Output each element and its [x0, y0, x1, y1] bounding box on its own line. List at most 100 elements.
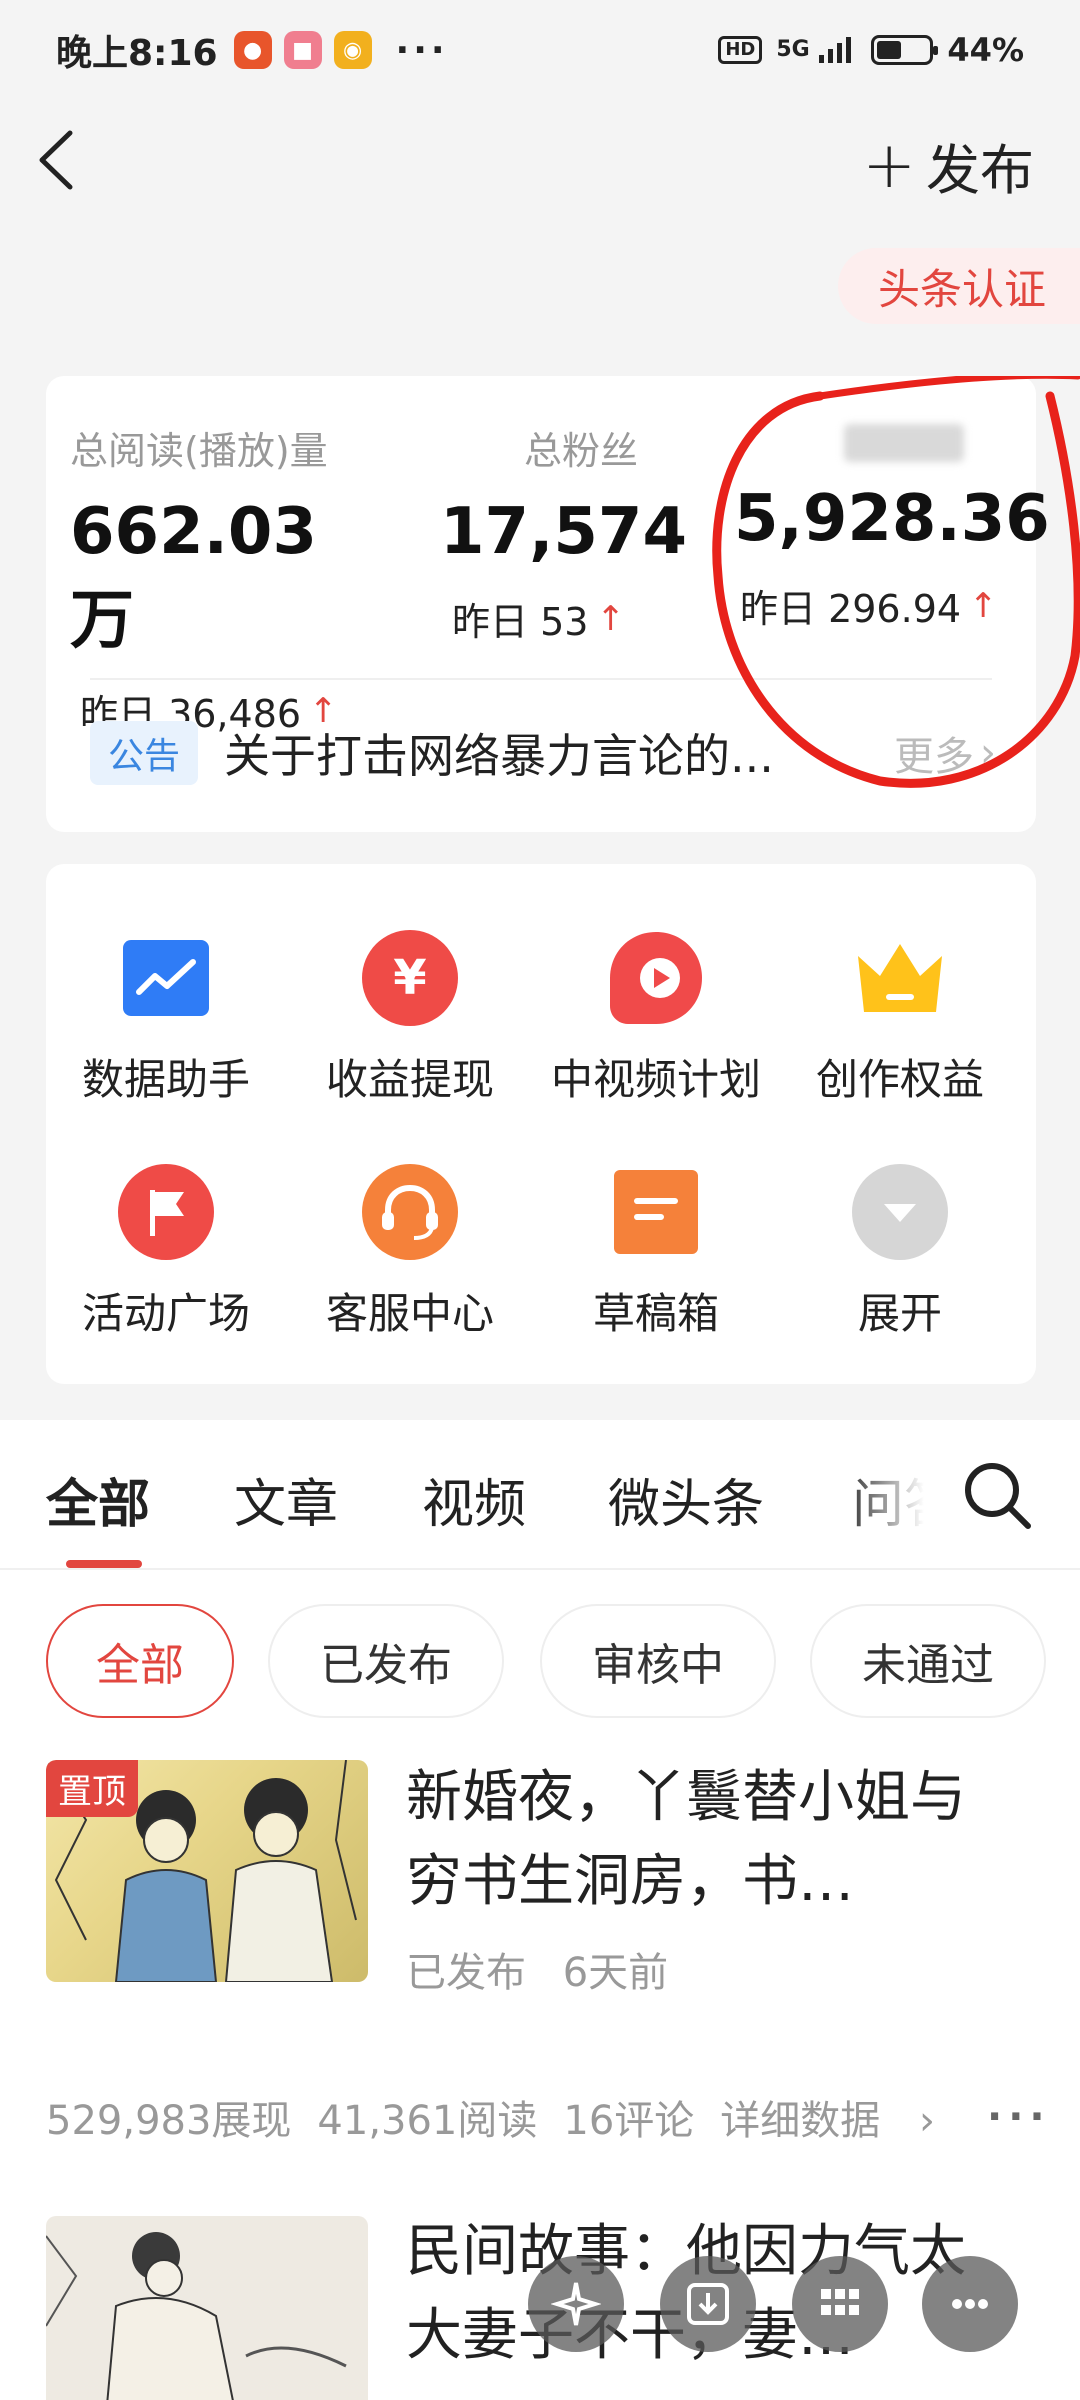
- network-type: 5G: [776, 37, 810, 62]
- app-notification-icon: ■: [283, 31, 322, 69]
- app-notification-icon: ●: [233, 31, 272, 69]
- comments-count: 16评论: [563, 2098, 695, 2144]
- sparkle-icon: [551, 2282, 601, 2326]
- stat-label: 总粉丝: [524, 429, 639, 473]
- pinned-badge: 置顶: [46, 1760, 138, 1817]
- tools-card: 数据助手 ¥ 收益提现 中视频计划 创作权益 活动广场 客服中心 草稿箱 展开: [46, 864, 1036, 1384]
- tool-activity-plaza[interactable]: 活动广场: [46, 1164, 286, 1341]
- tab-all[interactable]: 全部: [46, 1462, 150, 1537]
- stats-card: 总阅读(播放)量 662.03万 昨日 36,486 ↑ 总粉丝 17,574 …: [46, 376, 1050, 832]
- impressions-count: 529,983展现: [46, 2098, 292, 2144]
- tool-label: 客服中心: [325, 1289, 494, 1338]
- reads-count: 41,361阅读: [317, 2098, 538, 2144]
- status-filters: 全部 已发布 审核中 未通过: [0, 1604, 1080, 1724]
- stat-total-fans[interactable]: 总粉丝 17,574 昨日 53 ↑: [440, 420, 740, 646]
- filter-published[interactable]: 已发布: [268, 1604, 504, 1718]
- tool-label: 中视频计划: [550, 1055, 761, 1104]
- flag-icon: [118, 1164, 214, 1260]
- stat-total-reads[interactable]: 总阅读(播放)量 662.03万 昨日 36,486 ↑: [70, 420, 370, 738]
- filter-reviewing[interactable]: 审核中: [540, 1604, 776, 1718]
- notification-icons: ● ■ ◉: [233, 31, 372, 69]
- notice-more-label: 更多: [894, 734, 974, 780]
- status-bar: 晚上8:16 ● ■ ◉ ··· HD 5G 44%: [0, 0, 1080, 100]
- stat-yesterday: 昨日 53: [452, 600, 589, 644]
- tool-customer-service[interactable]: 客服中心: [290, 1164, 530, 1341]
- arrow-up-icon: ↑: [969, 585, 998, 626]
- download-icon: [687, 2283, 729, 2325]
- tool-mid-video-plan[interactable]: 中视频计划: [536, 930, 776, 1107]
- expand-icon: [852, 1164, 948, 1260]
- download-fab[interactable]: [660, 2256, 756, 2352]
- grid-icon: [821, 2289, 859, 2315]
- stat-value: 662.03万: [70, 495, 317, 658]
- tool-data-assistant[interactable]: 数据助手: [46, 930, 286, 1107]
- status-time: 晚上8:16: [56, 33, 218, 74]
- filter-rejected[interactable]: 未通过: [810, 1604, 1046, 1718]
- article-item[interactable]: 置顶 新婚夜，丫鬟替小姐与穷书生洞房，书… 已发布 6天前: [0, 1760, 1080, 2020]
- tool-label: 活动广场: [81, 1289, 250, 1338]
- headset-icon: [362, 1164, 458, 1260]
- arrow-up-icon: ↑: [596, 598, 625, 639]
- article-title: 新婚夜，丫鬟替小姐与穷书生洞房，书…: [406, 1765, 966, 1914]
- tool-income-withdraw[interactable]: ¥ 收益提现: [290, 930, 530, 1107]
- article-meta: 已发布 6天前: [406, 1940, 668, 1998]
- play-icon: [608, 930, 704, 1026]
- more-options-icon[interactable]: ···: [987, 2094, 1051, 2140]
- tool-label: 数据助手: [81, 1055, 250, 1104]
- hd-icon: HD: [718, 36, 763, 64]
- detail-data-link[interactable]: 详细数据 ›: [720, 2088, 961, 2146]
- chevron-right-icon: ›: [919, 2098, 936, 2144]
- status-more: ···: [395, 29, 449, 71]
- tool-creator-rights[interactable]: 创作权益: [780, 930, 1020, 1107]
- tool-expand[interactable]: 展开: [780, 1164, 1020, 1341]
- publish-button[interactable]: + 发布: [862, 126, 1034, 205]
- more-dots-icon: [952, 2299, 988, 2309]
- chart-icon: [118, 930, 214, 1026]
- tool-drafts[interactable]: 草稿箱: [536, 1164, 776, 1341]
- draft-icon: [608, 1164, 704, 1260]
- stat-label: 总阅读(播放)量: [70, 429, 328, 473]
- tab-videos[interactable]: 视频: [422, 1462, 526, 1537]
- notice-tag: 公告: [90, 721, 199, 785]
- grid-fab[interactable]: [792, 2256, 888, 2352]
- stat-label-blurred: [844, 424, 964, 462]
- sparkle-fab[interactable]: [528, 2256, 624, 2352]
- content-tabs: 全部 文章 视频 微头条 问答: [0, 1420, 1080, 1570]
- plus-icon: +: [862, 128, 916, 203]
- tab-indicator: [66, 1560, 142, 1568]
- weibo-notification-icon: ◉: [333, 31, 372, 69]
- svg-text:¥: ¥: [393, 950, 426, 1006]
- article-time: 6天前: [562, 1950, 669, 1996]
- back-button[interactable]: [36, 120, 106, 200]
- yuan-icon: ¥: [362, 930, 458, 1026]
- chevron-left-icon: [39, 130, 73, 190]
- top-nav: + 发布: [0, 100, 1080, 240]
- illustration-image: [46, 2232, 347, 2400]
- tool-label: 创作权益: [815, 1055, 984, 1104]
- filter-all[interactable]: 全部: [46, 1604, 234, 1718]
- crown-icon: [852, 930, 948, 1026]
- tab-fade: [840, 1450, 960, 1540]
- tool-label: 展开: [857, 1289, 942, 1338]
- tool-label: 草稿箱: [592, 1289, 719, 1338]
- more-fab[interactable]: [922, 2256, 1018, 2352]
- stat-income[interactable]: 5,928.36 昨日 296.94 ↑: [734, 420, 1050, 633]
- detail-data-label: 详细数据: [720, 2098, 881, 2144]
- notice-bar[interactable]: 公告 关于打击网络暴力言论的... 更多 ›: [90, 710, 996, 796]
- battery-level: 44%: [947, 31, 1024, 69]
- signal-icon: 5G: [776, 35, 857, 65]
- content-section: 全部 文章 视频 微头条 问答 全部 已发布 审核中 未通过 置顶: [0, 1420, 1080, 2400]
- notice-more[interactable]: 更多 ›: [894, 724, 996, 782]
- stat-value: 5,928.36: [734, 482, 1050, 556]
- article-status: 已发布: [406, 1950, 526, 1996]
- stat-yesterday: 昨日 296.94: [740, 587, 962, 631]
- tab-micro-posts[interactable]: 微头条: [608, 1462, 764, 1537]
- stat-value: 17,574: [440, 495, 687, 569]
- certification-button[interactable]: 头条认证: [837, 248, 1080, 324]
- chevron-right-icon: ›: [980, 730, 996, 776]
- tab-articles[interactable]: 文章: [234, 1462, 338, 1537]
- search-icon[interactable]: [962, 1460, 1034, 1532]
- battery-icon: [871, 35, 939, 65]
- notice-text: 关于打击网络暴力言论的...: [224, 729, 774, 783]
- article-stats: 529,983展现 41,361阅读 16评论 详细数据 › ···: [46, 2088, 1045, 2146]
